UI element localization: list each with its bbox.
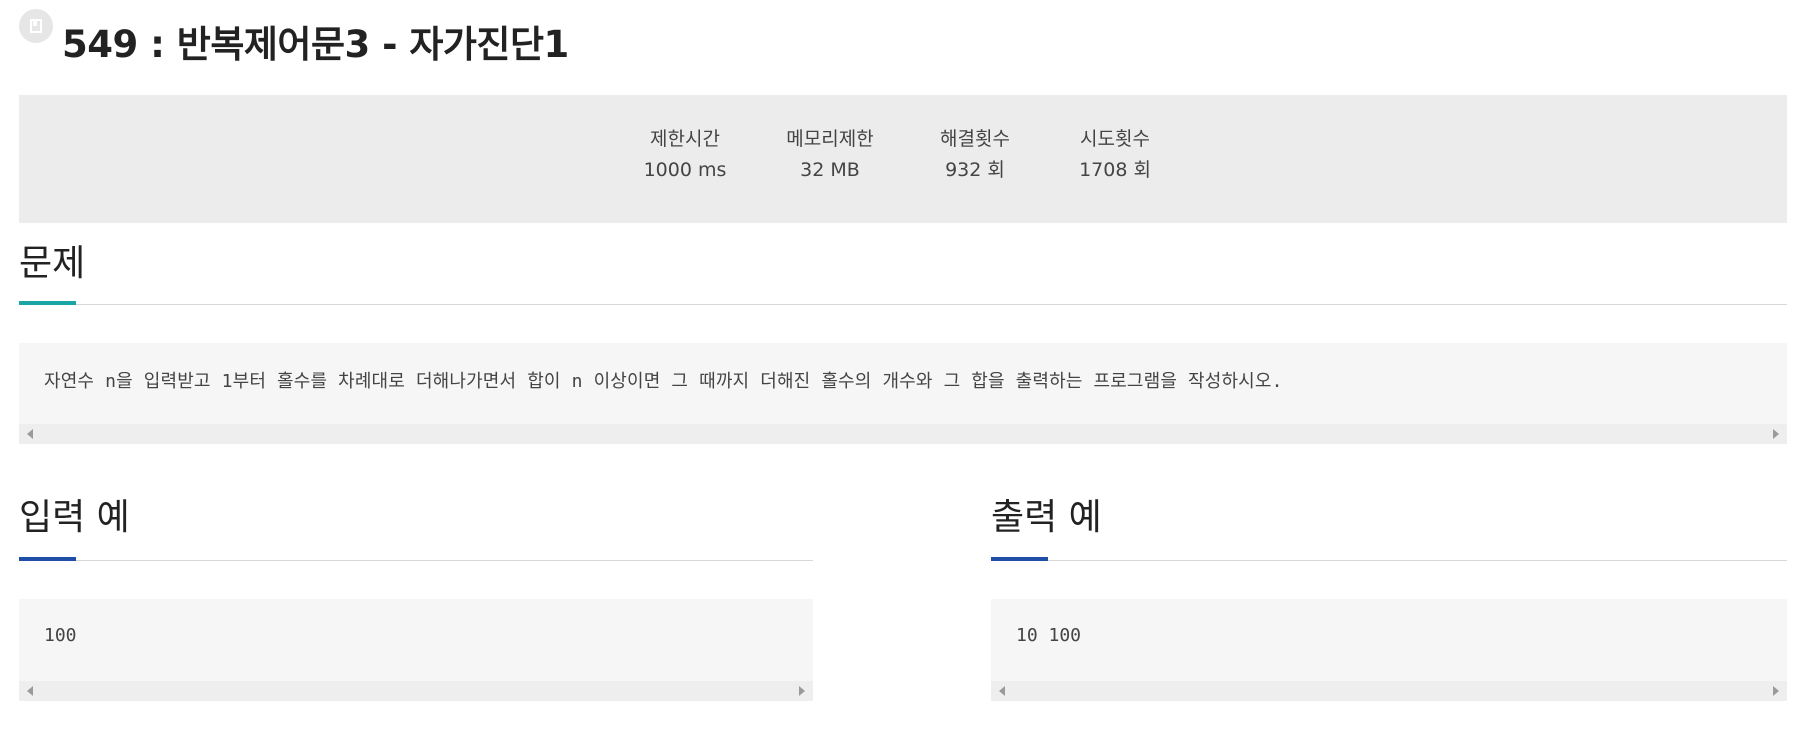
scroll-left-arrow-icon[interactable] [27, 429, 33, 439]
stat-value: 1000 ms [643, 159, 727, 181]
input-example-divider [19, 560, 813, 561]
stat-value: 932 회 [945, 159, 1005, 181]
problem-divider [19, 304, 1787, 305]
input-scrollbar[interactable] [19, 681, 813, 701]
stat-time-limit: 제한시간 1000 ms [615, 125, 755, 187]
scroll-right-arrow-icon[interactable] [799, 686, 805, 696]
output-example-divider [991, 560, 1787, 561]
input-example-heading: 입력 예 [19, 497, 130, 538]
scroll-right-arrow-icon[interactable] [1773, 686, 1779, 696]
input-example-box: 100 [19, 599, 813, 701]
problem-description: 자연수 n을 입력받고 1부터 홀수를 차례대로 더해나가면서 합이 n 이상이… [44, 371, 1283, 392]
page-title: 549 : 반복제어문3 - 자가진단1 [62, 23, 569, 66]
stat-attempt-count: 시도횟수 1708 회 [1045, 125, 1185, 187]
stat-value: 1708 회 [1079, 159, 1151, 181]
scroll-right-arrow-icon[interactable] [1773, 429, 1779, 439]
document-icon [19, 9, 53, 43]
problem-scrollbar[interactable] [19, 424, 1787, 444]
output-scrollbar[interactable] [991, 681, 1787, 701]
output-heading-accent [991, 557, 1048, 561]
scroll-left-arrow-icon[interactable] [27, 686, 33, 696]
stats-bar: 제한시간 1000 ms 메모리제한 32 MB 해결횟수 932 회 시도횟수… [19, 95, 1787, 223]
problem-heading-accent [19, 301, 76, 305]
problem-heading: 문제 [19, 243, 86, 284]
stat-solved-count: 해결횟수 932 회 [905, 125, 1045, 187]
problem-description-box: 자연수 n을 입력받고 1부터 홀수를 차례대로 더해나가면서 합이 n 이상이… [19, 343, 1787, 444]
output-example-heading: 출력 예 [991, 497, 1102, 538]
scroll-left-arrow-icon[interactable] [999, 686, 1005, 696]
output-example-box: 10 100 [991, 599, 1787, 701]
stat-label: 제한시간 [650, 128, 720, 150]
stat-value: 32 MB [800, 159, 860, 181]
stat-label: 해결횟수 [940, 128, 1010, 150]
stats-list: 제한시간 1000 ms 메모리제한 32 MB 해결횟수 932 회 시도횟수… [19, 125, 1787, 187]
stat-label: 메모리제한 [786, 128, 874, 150]
output-example-text: 10 100 [1016, 625, 1082, 646]
input-heading-accent [19, 557, 76, 561]
input-example-text: 100 [44, 625, 77, 646]
stat-label: 시도횟수 [1080, 128, 1150, 150]
stat-memory-limit: 메모리제한 32 MB [755, 125, 905, 187]
